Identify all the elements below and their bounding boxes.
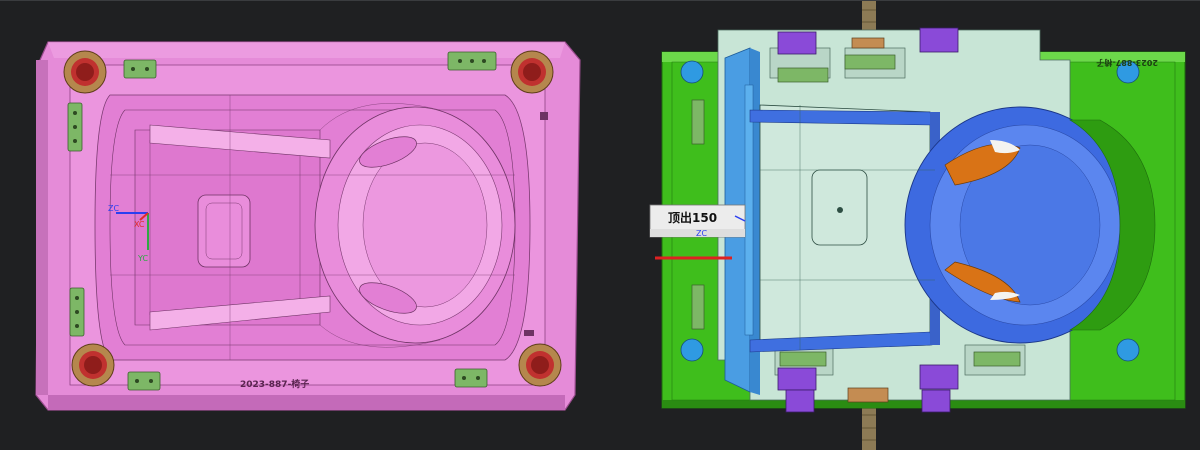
- axis-label-zc: ZC: [108, 204, 119, 213]
- guide-bushing-top-right: [510, 50, 554, 94]
- core-mold-view: 顶出150 ZC 2023-887-椅子: [649, 0, 1186, 450]
- mold-engraving-label: 2023-887-椅子: [240, 378, 309, 390]
- axis-label-xc: XC: [134, 220, 145, 229]
- guide-bushing-top-left: [63, 50, 107, 94]
- axis-label-zc: ZC: [696, 229, 707, 238]
- guide-bushing-bottom-left: [71, 343, 115, 387]
- cavity-mold-view: ZC XC YC 2023-887-椅子: [35, 41, 581, 411]
- axis-label-yc: YC: [137, 254, 148, 263]
- ejection-callout-text: 顶出150: [668, 210, 717, 225]
- cad-viewport: ZC XC YC 2023-887-椅子 顶出150 ZC 2023-887-椅…: [0, 0, 1200, 450]
- mold-engraving-label: 2023-887-椅子: [1096, 58, 1158, 68]
- ejector-rod-bottom: [862, 405, 876, 450]
- guide-bushing-bottom-right: [518, 343, 562, 387]
